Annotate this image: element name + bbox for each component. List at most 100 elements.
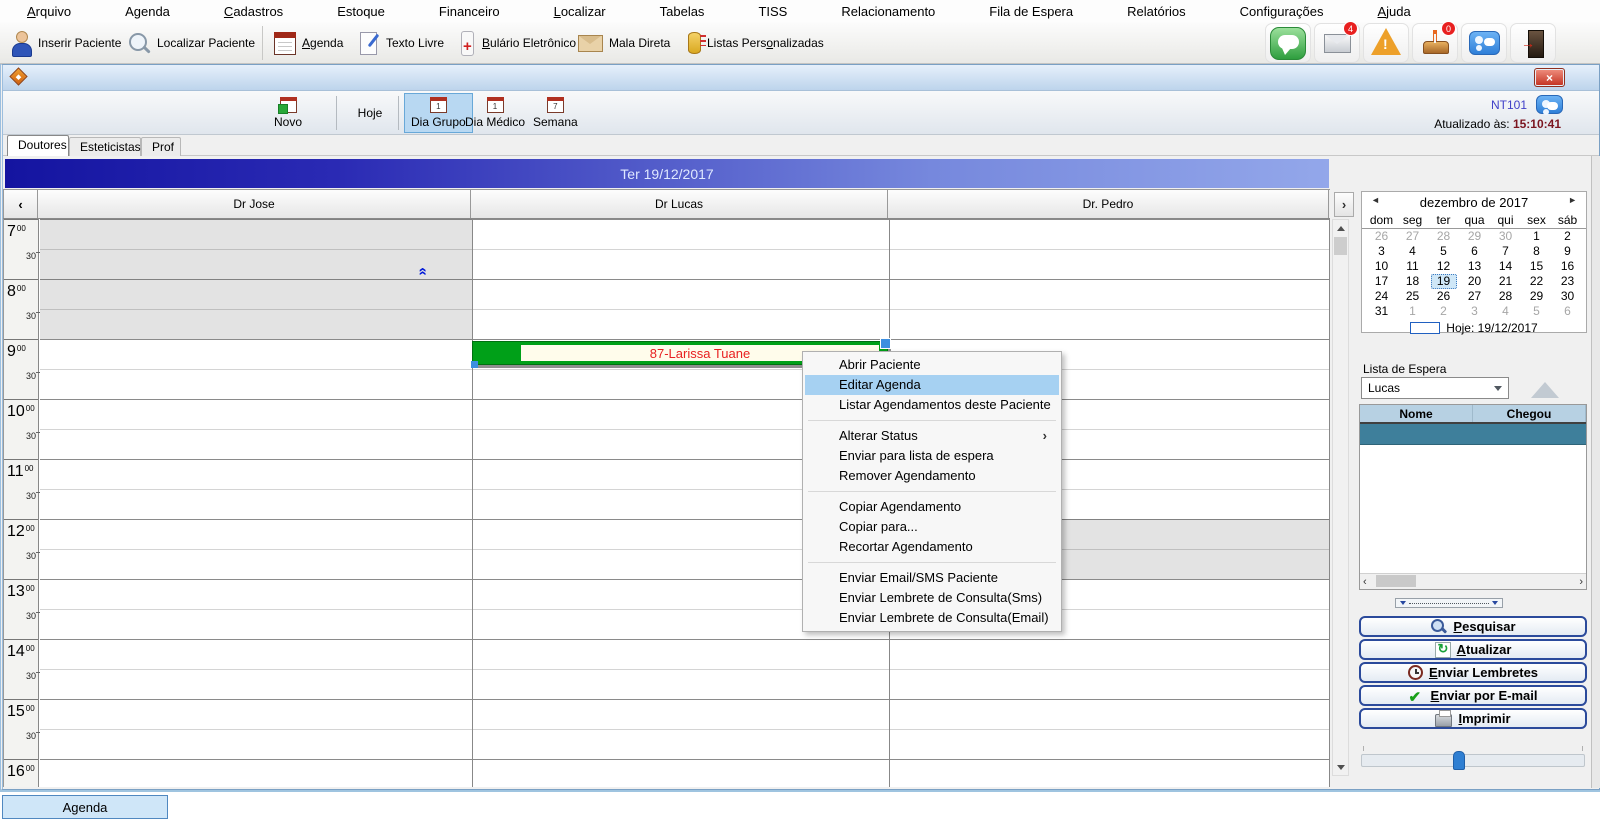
agenda-button[interactable]: Agenda [274, 22, 343, 64]
context-menu-item-enviar-email-sms[interactable]: Enviar Email/SMS Paciente [805, 568, 1059, 588]
scroll-left-icon[interactable]: ‹ [1363, 576, 1367, 588]
calendar-day-4[interactable]: 4 [1400, 244, 1426, 259]
people-chat-icon[interactable] [1536, 95, 1563, 114]
context-menu-item-lembrete-sms[interactable]: Enviar Lembrete de Consulta(Sms) [805, 588, 1059, 608]
calendar-day-4[interactable]: 4 [1493, 304, 1519, 319]
bulario-button[interactable]: Bulário Eletrônico [458, 22, 576, 64]
calendar-day-26[interactable]: 26 [1369, 229, 1395, 244]
calendar-day-21[interactable]: 21 [1493, 274, 1519, 289]
context-menu-item-lembrete-email[interactable]: Enviar Lembrete de Consulta(Email) [805, 608, 1059, 628]
calendar-day-11[interactable]: 11 [1400, 259, 1426, 274]
calendar-day-6[interactable]: 6 [1462, 244, 1488, 259]
calendar-day-29[interactable]: 29 [1462, 229, 1488, 244]
enviar-lembretes-button[interactable]: Enviar Lembretes [1359, 662, 1587, 683]
slider-thumb[interactable] [1453, 751, 1465, 770]
calendar-day-28[interactable]: 28 [1493, 289, 1519, 304]
calendar-day-29[interactable]: 29 [1524, 289, 1550, 304]
enviar-email-button[interactable]: Enviar por E-mail [1359, 685, 1587, 706]
schedule-grid[interactable]: 700 30 800 30 900 30 1000 30 1100 30 1200 30 1300 30 1… [3, 219, 1330, 787]
calendar-day-5[interactable]: 5 [1431, 244, 1457, 259]
day-doctor-button[interactable]: 1 Dia Médico [458, 93, 532, 133]
appointment-resize-handle[interactable] [880, 338, 891, 349]
column-header-dr-jose[interactable]: Dr Jose [38, 190, 471, 218]
free-text-button[interactable]: Texto Livre [358, 22, 444, 64]
waitlist-selected-row[interactable] [1360, 424, 1586, 445]
context-menu-item-abrir-paciente[interactable]: Abrir Paciente [805, 355, 1059, 375]
double-chevron-up-icon[interactable]: » [413, 267, 430, 275]
week-button[interactable]: 7 Semana [526, 93, 585, 133]
menu-item-ajuda[interactable]: Ajuda [1350, 2, 1437, 21]
menu-item-agenda[interactable]: Agenda [98, 2, 197, 21]
column-header-dr-pedro[interactable]: Dr. Pedro [888, 190, 1329, 218]
chat-button[interactable] [1265, 23, 1311, 63]
find-patient-button[interactable]: Localizar Paciente [126, 22, 255, 64]
prev-day-button[interactable]: ‹ [3, 190, 38, 218]
context-menu-item-listar-agendamentos[interactable]: Listar Agendamentos deste Paciente [805, 395, 1059, 415]
calendar-day-1[interactable]: 1 [1524, 229, 1550, 244]
next-day-button[interactable]: › [1334, 192, 1354, 217]
close-button[interactable]: × [1534, 68, 1565, 87]
contacts-button[interactable] [1461, 23, 1507, 63]
tab-prof[interactable]: Prof [141, 137, 181, 156]
menu-item-financeiro[interactable]: Financeiro [412, 2, 527, 21]
scrollbar-thumb[interactable] [1334, 237, 1347, 255]
calendar-day-9[interactable]: 9 [1555, 244, 1581, 259]
tab-esteticistas[interactable]: Esteticistas [69, 137, 141, 156]
calendar-day-31[interactable]: 31 [1369, 304, 1395, 319]
custom-lists-button[interactable]: Listas Personalizadas [688, 22, 824, 64]
calendar-day-17[interactable]: 17 [1369, 274, 1395, 289]
calendar-day-2[interactable]: 2 [1555, 229, 1581, 244]
waitlist-column-chegou[interactable]: Chegou [1473, 405, 1586, 422]
menu-item-estoque[interactable]: Estoque [310, 2, 412, 21]
calendar-day-15[interactable]: 15 [1524, 259, 1550, 274]
calendar-day-30[interactable]: 30 [1493, 229, 1519, 244]
calendar-day-2[interactable]: 2 [1431, 304, 1457, 319]
menu-item-localizar[interactable]: Localizar [527, 2, 633, 21]
mail-merge-button[interactable]: Mala Direta [578, 22, 670, 64]
calendar-day-23[interactable]: 23 [1555, 274, 1581, 289]
calendar-next-button[interactable]: ► [1568, 195, 1577, 205]
context-menu-item-enviar-lista-espera[interactable]: Enviar para lista de espera [805, 446, 1059, 466]
new-button[interactable]: Novo [267, 93, 309, 133]
exit-button[interactable] [1510, 23, 1556, 63]
calendar-day-12[interactable]: 12 [1431, 259, 1457, 274]
calendar-day-27[interactable]: 27 [1400, 229, 1426, 244]
calendar-day-1[interactable]: 1 [1400, 304, 1426, 319]
atualizar-button[interactable]: Atualizar [1359, 639, 1587, 660]
pesquisar-button[interactable]: Pesquisar [1359, 616, 1587, 637]
calendar-prev-button[interactable]: ◄ [1371, 195, 1380, 205]
calendar-day-25[interactable]: 25 [1400, 289, 1426, 304]
context-menu-item-copiar-agendamento[interactable]: Copiar Agendamento [805, 497, 1059, 517]
panel-splitter[interactable] [1395, 598, 1503, 608]
insert-patient-button[interactable]: Inserir Paciente [10, 22, 121, 64]
menu-item-arquivo[interactable]: Arquivo [0, 2, 98, 21]
calendar-day-5[interactable]: 5 [1524, 304, 1550, 319]
calendar-day-30[interactable]: 30 [1555, 289, 1581, 304]
appointment-resize-handle[interactable] [471, 361, 478, 368]
zoom-slider[interactable] [1361, 746, 1585, 774]
column-header-dr-lucas[interactable]: Dr Lucas [471, 190, 888, 218]
window-scrollbar-strip[interactable] [1591, 156, 1600, 788]
menu-item-fila-de-espera[interactable]: Fila de Espera [962, 2, 1100, 21]
column-dr-jose[interactable]: » [40, 219, 472, 787]
context-menu-item-recortar-agendamento[interactable]: Recortar Agendamento [805, 537, 1059, 557]
calendar-day-19[interactable]: 19 [1430, 274, 1457, 289]
context-menu-item-remover-agendamento[interactable]: Remover Agendamento [805, 466, 1059, 486]
scroll-down-button[interactable] [1333, 759, 1348, 775]
scrollbar-thumb[interactable] [1376, 575, 1416, 587]
waitlist-move-up-icon[interactable] [1531, 382, 1559, 398]
calendar-day-24[interactable]: 24 [1369, 289, 1395, 304]
context-menu-item-editar-agenda[interactable]: Editar Agenda [805, 375, 1059, 395]
alerts-button[interactable] [1363, 23, 1409, 63]
menu-item-relat-rios[interactable]: Relatórios [1100, 2, 1213, 21]
calendar-day-6[interactable]: 6 [1555, 304, 1581, 319]
calendar-day-8[interactable]: 8 [1524, 244, 1550, 259]
waitlist-professional-select[interactable]: Lucas [1361, 377, 1509, 399]
calendar-day-16[interactable]: 16 [1555, 259, 1581, 274]
calendar-day-28[interactable]: 28 [1431, 229, 1457, 244]
waitlist-table[interactable]: Nome Chegou ‹ › [1359, 404, 1587, 590]
calendar-day-22[interactable]: 22 [1524, 274, 1550, 289]
messages-button[interactable]: 4 [1314, 21, 1360, 63]
calendar-day-10[interactable]: 10 [1369, 259, 1395, 274]
grid-vertical-scrollbar[interactable] [1332, 219, 1349, 776]
